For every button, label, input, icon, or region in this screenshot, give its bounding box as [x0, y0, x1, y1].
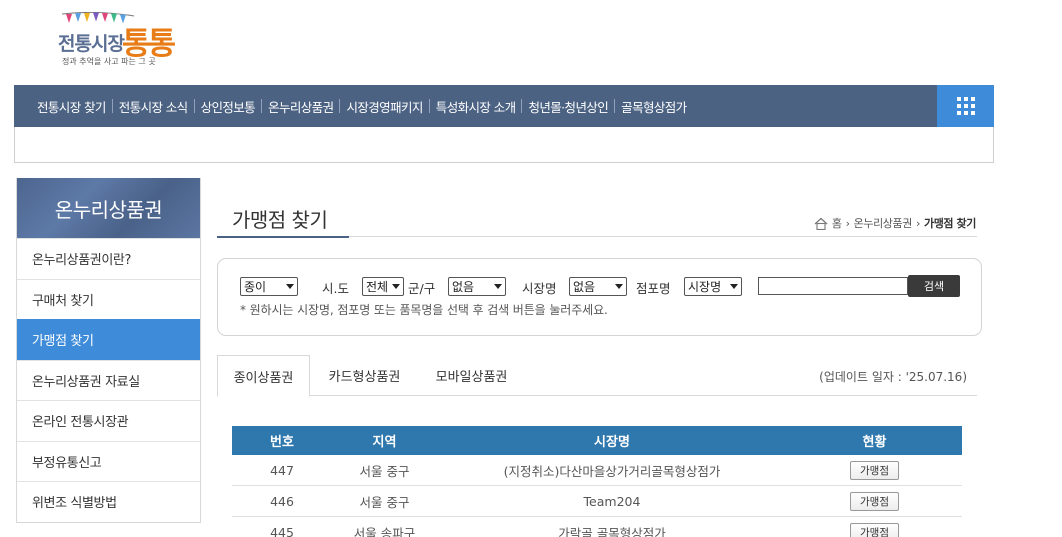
- grid-menu-icon: [956, 97, 975, 115]
- sidebar-item-online-market[interactable]: 온라인 전통시장관: [17, 400, 200, 441]
- nav-youth-mall[interactable]: 청년몰·청년상인: [522, 97, 614, 116]
- search-form: 종이 시.도 전체 군/구 없음 시장명 없음 점포명 시장명 검색 * 원하시…: [217, 258, 982, 336]
- site-logo[interactable]: 전통시장 통통 정과 추억을 사고 파는 그 곳: [56, 12, 186, 72]
- sidebar-title: 온누리상품권: [17, 178, 200, 238]
- main-navigation: 전통시장 찾기 전통시장 소식 상인정보통 온누리상품권 시장경영패키지 특성화…: [14, 85, 994, 127]
- sidebar-item-store-search[interactable]: 가맹점 찾기: [17, 319, 200, 360]
- row-status: 가맹점: [787, 460, 962, 480]
- row-number: 445: [270, 524, 294, 537]
- logo-text: 전통시장: [58, 33, 125, 55]
- nav-onnuri-voucher[interactable]: 온누리상품권: [262, 97, 339, 116]
- header-market-name: 시장명: [594, 435, 630, 450]
- breadcrumb-parent[interactable]: 온누리상품권: [854, 215, 913, 231]
- row-status: 가맹점: [787, 491, 962, 511]
- voucher-type-select[interactable]: 종이: [240, 277, 298, 296]
- chevron-down-icon: [494, 284, 502, 289]
- table-row: 446 서울 중구 Team204 가맹점: [232, 486, 962, 517]
- logo-tagline: 정과 추억을 사고 파는 그 곳: [62, 57, 156, 66]
- sidebar: 온누리상품권 온누리상품권이란? 구매처 찾기 가맹점 찾기 온누리상품권 자료…: [16, 178, 201, 523]
- table-row: 445 서울 송파구 가락골 골목형상점가 가맹점: [232, 517, 962, 537]
- search-hint: * 원하시는 시장명, 점포명 또는 품목명을 선택 후 검색 버튼을 눌러주세…: [240, 303, 608, 317]
- nav-market-search[interactable]: 전통시장 찾기: [31, 97, 112, 116]
- chevron-down-icon: [730, 284, 738, 289]
- row-region: 서울 중구: [359, 494, 410, 510]
- store-list-button[interactable]: 가맹점: [850, 460, 899, 480]
- all-menu-button[interactable]: [937, 85, 994, 127]
- sidebar-item-purchase-place[interactable]: 구매처 찾기: [17, 278, 200, 320]
- header-region: 지역: [372, 435, 397, 450]
- table-row: 447 서울 중구 (지정취소)다산마을상가거리골목형상점가 가맹점: [232, 455, 962, 486]
- gungu-value: 없음: [452, 280, 475, 294]
- row-market-name: Team204: [583, 493, 641, 509]
- sido-value: 전체: [366, 280, 389, 294]
- sido-label: 시.도: [322, 281, 349, 296]
- chevron-down-icon: [615, 284, 623, 289]
- update-date: (업데이트 일자 : '25.07.16): [819, 370, 967, 384]
- chevron-right-icon: ›: [915, 216, 920, 230]
- title-divider: [349, 236, 977, 237]
- search-button[interactable]: 검색: [908, 275, 960, 297]
- market-value: 없음: [573, 280, 596, 294]
- row-status: 가맹점: [787, 522, 962, 537]
- breadcrumb-current: 가맹점 찾기: [923, 217, 976, 230]
- sidebar-item-archive[interactable]: 온누리상품권 자료실: [17, 359, 200, 401]
- tab-mobile-voucher[interactable]: 모바일상품권: [424, 355, 519, 396]
- store-value: 시장명: [688, 280, 722, 294]
- breadcrumb-home[interactable]: 홈: [832, 215, 842, 231]
- sido-select[interactable]: 전체: [362, 277, 404, 296]
- nav-merchant-info[interactable]: 상인정보통: [195, 97, 262, 116]
- row-region: 서울 송파구: [353, 525, 416, 537]
- voucher-tabs: 종이상품권 카드형상품권 모바일상품권 (업데이트 일자 : '25.07.16…: [217, 355, 977, 397]
- header-number: 번호: [270, 435, 294, 450]
- breadcrumb: 홈 › 온누리상품권 › 가맹점 찾기: [814, 215, 976, 231]
- nav-specialized-market[interactable]: 특성화시장 소개: [430, 97, 522, 116]
- market-label: 시장명: [522, 281, 557, 296]
- nav-alley-shopping[interactable]: 골목형상점가: [615, 97, 692, 116]
- nav-market-package[interactable]: 시장경영패키지: [340, 97, 428, 116]
- home-icon[interactable]: [814, 217, 828, 230]
- tab-card-voucher[interactable]: 카드형상품권: [317, 355, 412, 396]
- nav-market-news[interactable]: 전통시장 소식: [113, 97, 194, 116]
- market-select[interactable]: 없음: [569, 277, 627, 296]
- header-status: 현황: [862, 435, 887, 450]
- chevron-right-icon: ›: [845, 216, 850, 230]
- store-table: 번호 지역 시장명 현황 447 서울 중구 (지정취소)다산마을상가거리골목형…: [232, 426, 962, 537]
- row-market-name: 가락골 골목형상점가: [558, 525, 666, 537]
- row-number: 447: [270, 462, 294, 478]
- submenu-bar: [14, 127, 994, 163]
- page-title: 가맹점 찾기: [217, 195, 349, 238]
- row-number: 446: [270, 493, 294, 509]
- tab-paper-voucher[interactable]: 종이상품권: [217, 355, 310, 397]
- sidebar-item-counterfeit[interactable]: 위변조 식별방법: [17, 481, 200, 522]
- row-market-name: (지정취소)다산마을상가거리골목형상점가: [503, 463, 721, 479]
- gungu-select[interactable]: 없음: [448, 277, 506, 296]
- table-header: 번호 지역 시장명 현황: [232, 426, 962, 455]
- row-region: 서울 중구: [359, 463, 410, 479]
- voucher-type-value: 종이: [244, 280, 267, 294]
- store-label: 점포명: [636, 281, 671, 296]
- store-select[interactable]: 시장명: [684, 277, 742, 296]
- chevron-down-icon: [392, 284, 400, 289]
- gungu-label: 군/구: [408, 281, 436, 296]
- store-list-button[interactable]: 가맹점: [850, 522, 899, 537]
- sidebar-item-about[interactable]: 온누리상품권이란?: [17, 238, 200, 279]
- search-input[interactable]: [758, 277, 908, 295]
- store-list-button[interactable]: 가맹점: [850, 491, 899, 511]
- sidebar-item-report[interactable]: 부정유통신고: [17, 440, 200, 482]
- chevron-down-icon: [286, 284, 294, 289]
